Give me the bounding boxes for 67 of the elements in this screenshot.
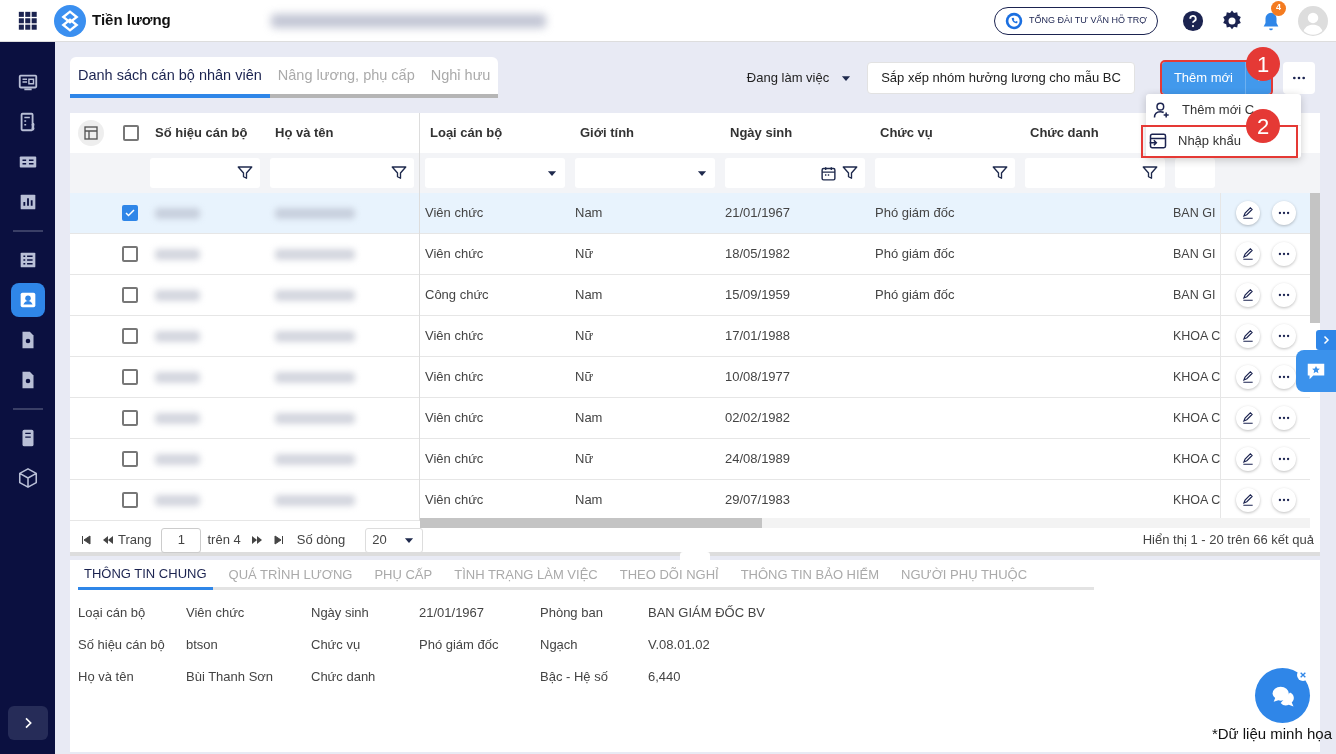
pager-label: Trang (118, 531, 152, 550)
pager-label: Số dòng (296, 531, 346, 550)
table-cell-text: KHOA C (1173, 491, 1221, 509)
field-value: BAN GIÁM ĐỐC BV (648, 604, 767, 623)
field-label: Họ và tên (78, 668, 135, 687)
table-cell-text: Nữ (575, 368, 594, 387)
table-cell-text: Viên chức (425, 491, 484, 510)
field-value: Bùi Thanh Sơn (186, 668, 275, 687)
table-cell-text: 10/08/1977 (725, 368, 791, 387)
table-cell-text: 24/08/1989 (725, 450, 791, 469)
field-label: Phòng ban (540, 604, 604, 623)
column-header: Chức vụ (880, 124, 933, 143)
table-cell-text: Công chức (425, 286, 489, 305)
notification-badge: 4 (1271, 0, 1286, 16)
table-cell-text: Viên chức (425, 450, 484, 469)
table-cell-text: Viên chức (425, 327, 484, 346)
table-cell-text: Nữ (575, 327, 594, 346)
table-cell-text: 21/01/1967 (725, 204, 791, 223)
table-cell-text: KHOA C (1173, 368, 1221, 386)
table-cell-text: Nữ (575, 450, 594, 469)
field-value: 21/01/1967 (419, 604, 486, 623)
app-title: Tiền lương (92, 10, 171, 31)
table-cell-text: KHOA C (1173, 327, 1221, 345)
table-cell-text: 18/05/1982 (725, 245, 791, 264)
table-cell-text: Nữ (575, 245, 594, 264)
column-header: Chức danh (1030, 124, 1099, 143)
column-header: Loại cán bộ (430, 124, 503, 143)
footnote: *Dữ liệu minh họa (1211, 724, 1332, 744)
table-cell-text: Nam (575, 409, 603, 428)
column-header: Số hiệu cán bộ (155, 124, 248, 143)
column-header: Họ và tên (275, 124, 334, 143)
table-cell-text: 29/07/1983 (725, 491, 791, 510)
column-header: Giới tính (580, 124, 634, 143)
table-cell-text: Nam (575, 204, 603, 223)
field-label: Ngạch (540, 636, 579, 655)
table-cell-text: 17/01/1988 (725, 327, 791, 346)
table-cell-text: Viên chức (425, 409, 484, 428)
table-cell-text: Viên chức (425, 204, 484, 223)
table-cell-text: Phó giám đốc (875, 245, 955, 264)
field-value: Viên chức (186, 604, 246, 623)
table-cell-text: Nam (575, 491, 603, 510)
table-cell-text: KHOA C (1173, 450, 1221, 468)
field-value: Phó giám đốc (419, 636, 500, 655)
step-callout-tooltip: 1 (1246, 47, 1280, 81)
table-cell-text: KHOA C (1173, 409, 1221, 427)
table-cell-text: BAN GI (1173, 286, 1216, 304)
field-label: Chức danh (311, 668, 377, 687)
pager-label: trên 4 (207, 531, 241, 550)
table-cell-text: Viên chức (425, 245, 484, 264)
field-label: Chức vụ (311, 636, 362, 655)
table-cell-text: Phó giám đốc (875, 204, 955, 223)
field-label: Ngày sinh (311, 604, 370, 623)
table-cell-text: Phó giám đốc (875, 286, 955, 305)
column-header: Ngày sinh (730, 124, 793, 143)
table-cell-text: Viên chức (425, 368, 484, 387)
table-cell-text: 15/09/1959 (725, 286, 791, 305)
field-value: V.08.01.02 (648, 636, 711, 655)
field-value: btson (186, 636, 219, 655)
field-label: Số hiệu cán bộ (78, 636, 166, 655)
field-label: Loại cán bộ (78, 604, 147, 623)
table-cell-text: 02/02/1982 (725, 409, 791, 428)
table-cell-text: BAN GI (1173, 204, 1216, 222)
table-cell-text: BAN GI (1173, 245, 1216, 263)
result-summary: Hiển thị 1 - 20 trên 66 kết quả (1142, 531, 1314, 550)
field-label: Bậc - Hệ số (540, 668, 609, 687)
field-value: 6,440 (648, 668, 682, 687)
table-cell-text: Nam (575, 286, 603, 305)
